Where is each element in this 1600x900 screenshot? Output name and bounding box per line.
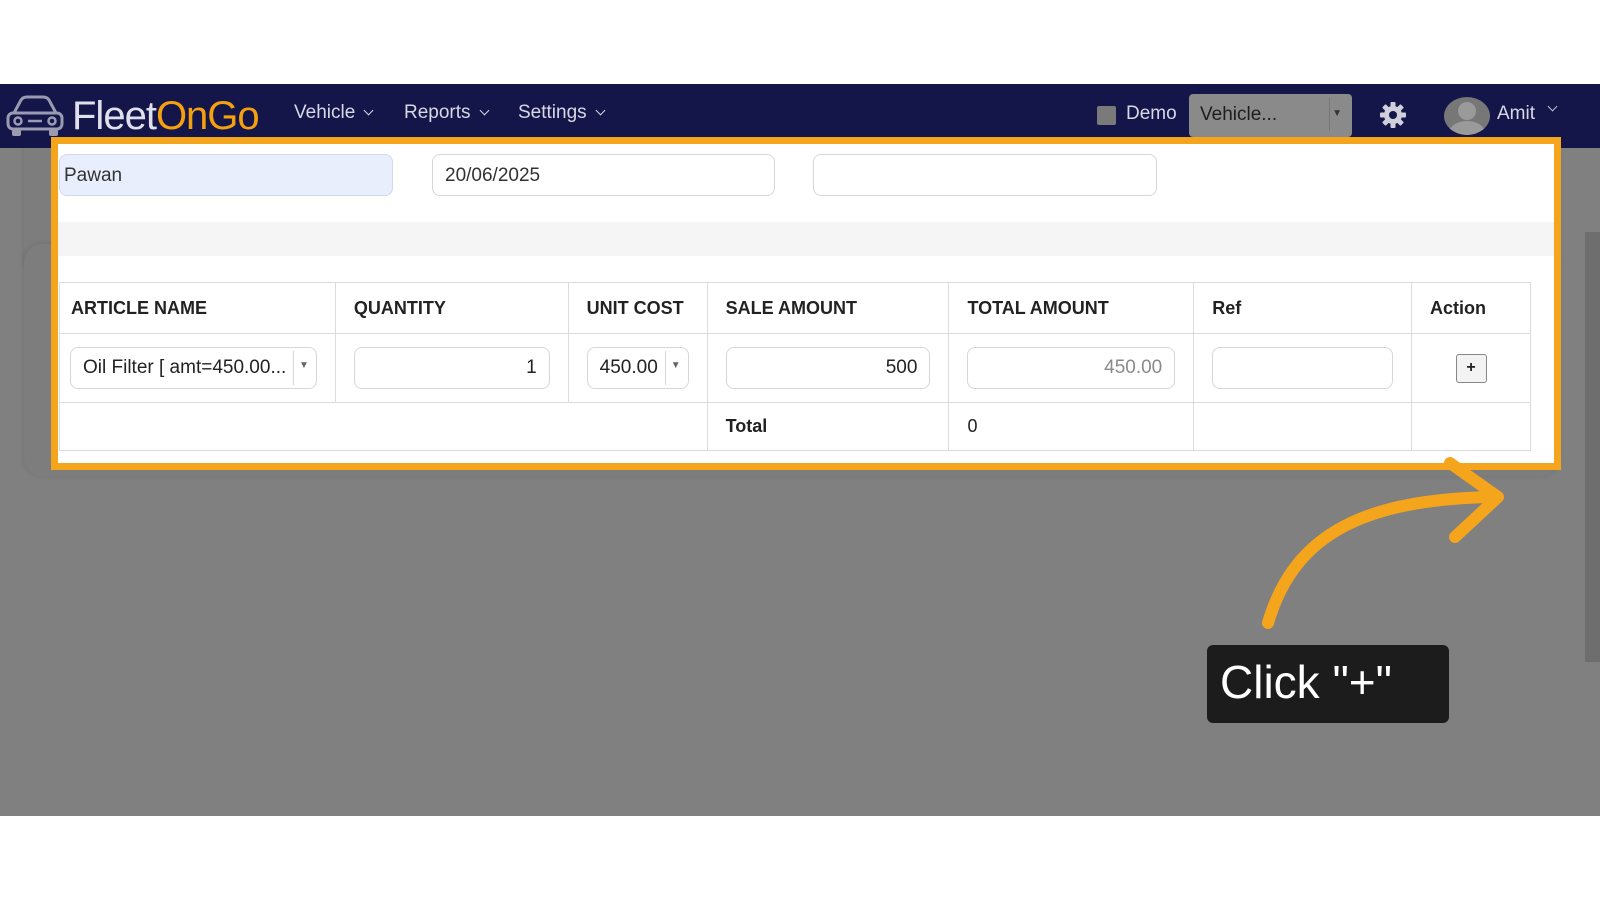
footer-empty-cell <box>1193 402 1413 451</box>
logo-wordmark: FleetOnGo <box>72 93 260 139</box>
column-header-ref: Ref <box>1193 282 1413 334</box>
dropdown-arrow-icon: ▼ <box>298 360 309 371</box>
demo-label: Demo <box>1126 103 1177 124</box>
unit-cost-cell: 450.00 ▼ <box>567 333 708 403</box>
footer-empty-cell <box>1411 402 1531 451</box>
sale-amount-input[interactable]: 500 <box>725 347 931 389</box>
ref-cell <box>1193 333 1413 403</box>
fleetongo-logo[interactable]: FleetOnGo <box>4 90 260 142</box>
nav-menu-vehicle[interactable]: Vehicle <box>294 102 374 124</box>
nav-menu-reports-label: Reports <box>404 102 471 123</box>
user-name[interactable]: Amit <box>1497 103 1535 125</box>
vehicle-select-value: Vehicle... <box>1200 104 1278 125</box>
column-header-action: Action <box>1411 282 1531 334</box>
total-value: 0 <box>948 402 1195 451</box>
highlighted-panel: Pawan 20/06/2025 ARTICLE NAME QUANTITY U… <box>51 137 1561 470</box>
car-icon <box>6 95 64 136</box>
date-field[interactable]: 20/06/2025 <box>432 154 775 196</box>
unit-cost-select-value: 450.00 <box>599 357 658 378</box>
chevron-down-icon <box>479 105 489 116</box>
instruction-callout: Click "+" <box>1207 645 1449 723</box>
gear-icon[interactable] <box>1379 101 1407 129</box>
nav-menu-reports[interactable]: Reports <box>404 102 489 124</box>
chevron-down-icon <box>595 105 606 116</box>
select-divider <box>1329 98 1330 131</box>
add-row-button[interactable]: + <box>1455 353 1487 383</box>
dropdown-arrow-icon: ▼ <box>1332 108 1342 119</box>
table-footer-row: Total 0 <box>59 402 1531 451</box>
curved-arrow-icon <box>1262 457 1504 629</box>
select-divider <box>292 351 294 385</box>
dropdown-arrow-icon: ▼ <box>670 360 681 371</box>
name-field[interactable]: Pawan <box>59 154 393 196</box>
total-amount-cell: 450.00 <box>948 333 1195 403</box>
chevron-down-icon[interactable] <box>1547 101 1558 112</box>
column-header-article-name: ARTICLE NAME <box>59 282 336 334</box>
chevron-down-icon <box>363 105 374 116</box>
article-select[interactable]: Oil Filter [ amt=450.00... ▼ <box>70 347 317 389</box>
table-header-row: ARTICLE NAME QUANTITY UNIT COST SALE AMO… <box>59 282 1531 334</box>
nav-menu-settings[interactable]: Settings <box>518 102 606 124</box>
column-header-total-amount: TOTAL AMOUNT <box>948 282 1195 334</box>
nav-menu-vehicle-label: Vehicle <box>294 102 356 123</box>
sale-amount-cell: 500 <box>706 333 950 403</box>
column-header-quantity: QUANTITY <box>334 282 569 334</box>
column-header-sale-amount: SALE AMOUNT <box>706 282 950 334</box>
nav-menu-settings-label: Settings <box>518 102 587 123</box>
total-label: Total <box>706 402 950 451</box>
items-table: ARTICLE NAME QUANTITY UNIT COST SALE AMO… <box>59 282 1531 451</box>
vehicle-select[interactable]: Vehicle... ▼ <box>1189 94 1352 137</box>
demo-checkbox[interactable] <box>1097 106 1116 125</box>
user-avatar[interactable] <box>1444 97 1490 135</box>
article-cell: Oil Filter [ amt=450.00... ▼ <box>59 333 336 403</box>
total-amount-input: 450.00 <box>967 347 1176 389</box>
extra-field[interactable] <box>813 154 1157 196</box>
avatar-body <box>1449 121 1485 135</box>
quantity-cell: 1 <box>334 333 569 403</box>
footer-empty-cell <box>59 402 708 451</box>
article-select-value: Oil Filter [ amt=450.00... <box>83 357 287 378</box>
logo-text-ongo: OnGo <box>155 93 260 138</box>
section-divider <box>58 222 1554 256</box>
ref-input[interactable] <box>1212 347 1394 389</box>
column-header-unit-cost: UNIT COST <box>567 282 708 334</box>
quantity-input[interactable]: 1 <box>353 347 550 389</box>
unit-cost-select[interactable]: 450.00 ▼ <box>586 347 689 389</box>
select-divider <box>664 351 666 385</box>
table-row: Oil Filter [ amt=450.00... ▼ 1 450.00 ▼ <box>59 333 1531 403</box>
avatar-head <box>1458 102 1476 120</box>
scrollbar[interactable] <box>1585 232 1600 662</box>
action-cell: + <box>1411 333 1531 403</box>
logo-text-fleet: Fleet <box>72 93 157 138</box>
